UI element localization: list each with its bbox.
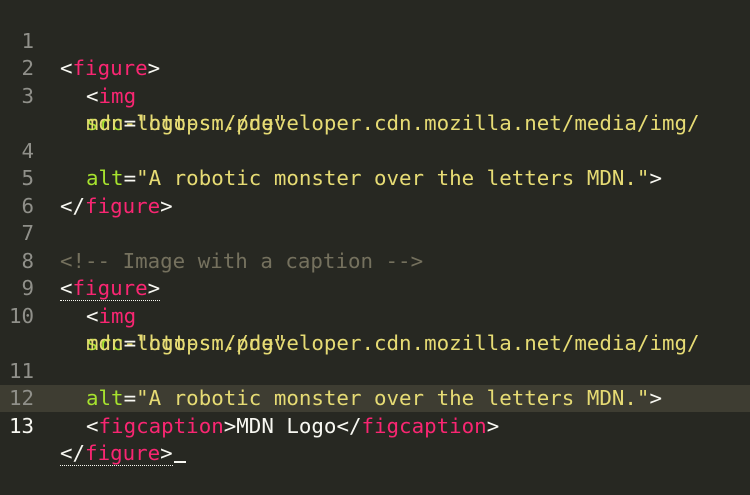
code-line-wrap[interactable]: mdn-logo-sm.png" — [0, 303, 750, 355]
code-line-wrap[interactable]: mdn-logo-sm.png" — [0, 83, 750, 135]
code-line[interactable]: 8 <figure> — [0, 220, 750, 301]
code-line[interactable]: 10 src="https://developer.cdn.mozilla.ne… — [0, 275, 750, 356]
line-text[interactable]: <figcaption>MDN Logo</figcaption> — [86, 413, 499, 441]
line-text[interactable]: </figure> — [60, 440, 186, 468]
code-editor[interactable]: 1 <figure> 2 <img 3 src="https://develop… — [0, 0, 750, 466]
code-line[interactable]: 7 <!-- Image with a caption --> — [0, 193, 750, 273]
tag-name: figcaption — [98, 413, 224, 438]
code-line[interactable]: 9 <img — [0, 248, 750, 328]
code-line[interactable]: 5 </figure> — [0, 138, 750, 218]
bracket: > — [486, 413, 500, 438]
matching-tag-highlight: </figure> — [60, 441, 173, 466]
code-line[interactable]: 6 — [0, 165, 750, 218]
tag-name: figure — [85, 441, 161, 465]
code-line[interactable]: 2 <img — [0, 28, 750, 108]
bracket: > — [160, 441, 173, 465]
text-cursor — [173, 461, 186, 463]
bracket: </ — [60, 441, 86, 465]
code-area[interactable]: 1 <figure> 2 <img 3 src="https://develop… — [0, 0, 750, 466]
tag-name: figcaption — [361, 413, 487, 438]
text-content: MDN Logo — [236, 413, 337, 438]
code-line[interactable]: 12 <figcaption>MDN Logo</figcaption> — [0, 358, 750, 438]
bracket: > — [223, 413, 237, 438]
line-number: 13 — [8, 413, 34, 438]
code-line[interactable]: 1 <figure> — [0, 0, 750, 81]
bracket: < — [86, 413, 99, 438]
code-line[interactable]: 11 alt="A robotic monster over the lette… — [0, 330, 750, 411]
bracket: </ — [336, 413, 362, 438]
code-line[interactable]: 3 src="https://developer.cdn.mozilla.net… — [0, 55, 750, 136]
code-line-current[interactable]: 13 </figure> — [0, 385, 750, 466]
code-line[interactable]: 4 alt="A robotic monster over the letter… — [0, 110, 750, 191]
